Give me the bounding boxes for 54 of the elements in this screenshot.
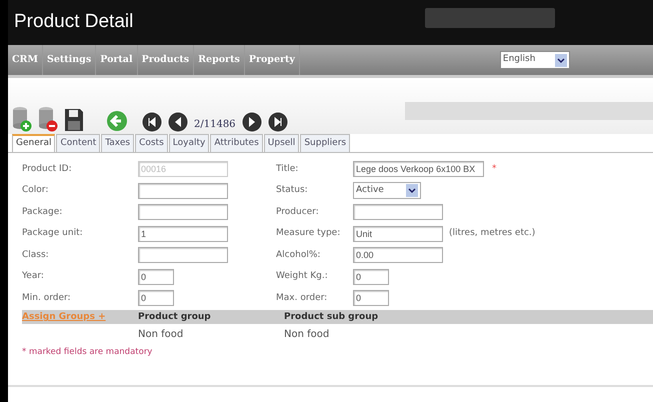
database-remove-icon[interactable] <box>38 106 58 132</box>
input-field[interactable]: 0 <box>138 290 174 306</box>
field-label: Class: <box>22 248 50 262</box>
field-label: Color: <box>22 184 50 197</box>
caret-icon <box>554 54 567 66</box>
field-label: Package unit: <box>22 227 84 240</box>
field-label: Weight Kg.: <box>276 270 329 283</box>
last-icon[interactable] <box>268 112 288 132</box>
next-icon[interactable] <box>242 112 262 132</box>
tab[interactable]: Costs <box>135 134 168 152</box>
input-field[interactable]: 0 <box>353 268 389 285</box>
input-field[interactable]: Lege doos Verkoop 6x100 BX <box>353 161 484 178</box>
input-field[interactable] <box>138 247 228 264</box>
tab[interactable]: Content <box>56 134 100 152</box>
field-label: Producer: <box>276 206 320 218</box>
column-header: Product sub group <box>284 312 378 322</box>
field-label: Package: <box>22 206 64 218</box>
table-cell: Non food <box>284 328 330 340</box>
column-header: Product group <box>138 312 211 322</box>
tab[interactable]: Attributes <box>210 134 263 152</box>
caret-icon <box>406 184 418 198</box>
previous-icon[interactable] <box>168 112 188 132</box>
field-label: Product ID: <box>22 162 73 176</box>
input-field[interactable]: 1 <box>138 226 228 242</box>
required-mark: * <box>492 162 496 176</box>
field-label: Year: <box>22 270 45 283</box>
window-title: Product Detail <box>14 11 134 34</box>
tab[interactable]: Suppliers <box>300 134 350 152</box>
mandatory-note: * marked fields are mandatory <box>22 346 154 359</box>
input-field[interactable] <box>138 204 228 220</box>
database-add-icon[interactable] <box>12 106 32 132</box>
field-label: Title: <box>276 162 300 176</box>
language-select[interactable]: English <box>500 51 570 69</box>
input-field[interactable]: Unit <box>353 226 443 242</box>
table-cell: Non food <box>138 328 184 340</box>
first-icon[interactable] <box>142 112 162 132</box>
input-field[interactable]: 0 <box>353 290 389 306</box>
field-label: Alcohol%: <box>276 248 322 262</box>
tab[interactable]: Loyalty <box>168 134 210 152</box>
tab[interactable]: General <box>12 134 56 152</box>
field-label: Measure type: <box>276 227 342 240</box>
input-field[interactable]: 0 <box>138 268 174 285</box>
input-field[interactable] <box>138 182 228 199</box>
tab[interactable]: Taxes <box>101 134 134 152</box>
record-counter: 2/11486 <box>194 118 236 132</box>
status-select[interactable]: Active <box>353 182 421 200</box>
field-label: Status: <box>276 184 309 197</box>
save-icon[interactable] <box>64 108 84 132</box>
input-field[interactable]: 0.00 <box>353 247 443 264</box>
input-field[interactable] <box>353 204 443 220</box>
field-label: Max. order: <box>276 292 328 304</box>
tab[interactable]: Upsell <box>264 134 300 152</box>
field-label: Min. order: <box>22 292 72 304</box>
hint-text: (litres, metres etc.) <box>449 227 536 240</box>
